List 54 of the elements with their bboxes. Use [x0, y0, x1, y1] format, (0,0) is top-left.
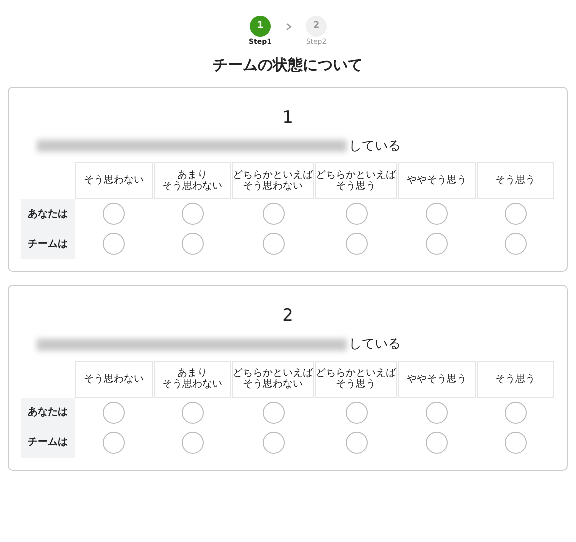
radio-button[interactable] — [182, 203, 204, 225]
row-label: あなたは — [21, 199, 75, 229]
radio-button[interactable] — [262, 402, 284, 424]
step-number[interactable]: 1 — [250, 16, 271, 37]
column-header-text: そう思わない — [162, 180, 222, 192]
row-label: チームは — [21, 229, 75, 259]
radio-button[interactable] — [504, 233, 527, 255]
column-header-text: どちらかといえば — [233, 170, 313, 180]
row-label: チームは — [21, 428, 75, 458]
radio-button[interactable] — [504, 203, 527, 225]
radio-button[interactable] — [346, 203, 368, 225]
radio-button[interactable] — [182, 402, 204, 424]
radio-button[interactable] — [262, 432, 284, 454]
column-header-text: そう思う — [495, 175, 536, 186]
radio-button[interactable] — [426, 203, 448, 225]
radio-button[interactable] — [346, 432, 368, 454]
column-header-text: ややそう思う — [406, 175, 467, 186]
radio-button[interactable] — [504, 402, 527, 424]
page-title: チームの状態について — [213, 55, 363, 76]
row-label: あなたは — [21, 398, 75, 428]
column-header-text: そう思う — [336, 180, 376, 192]
radio-button[interactable] — [346, 402, 368, 424]
radio-button[interactable] — [262, 203, 284, 225]
column-header-text: どちらかといえば — [316, 170, 396, 180]
column-header-text: あまり — [177, 368, 208, 379]
radio-button[interactable] — [103, 432, 126, 454]
radio-button[interactable] — [262, 233, 284, 255]
radio-button[interactable] — [182, 432, 204, 454]
radio-button[interactable] — [426, 432, 448, 454]
radio-button[interactable] — [103, 203, 126, 225]
column-header-text: どちらかといえば — [233, 368, 313, 379]
question-number: 1 — [282, 110, 294, 126]
radio-button[interactable] — [346, 233, 368, 255]
column-header-text: そう思わない — [162, 379, 222, 390]
chevron-icon — [286, 23, 292, 31]
radio-button[interactable] — [103, 402, 126, 424]
radio-button[interactable] — [182, 233, 204, 255]
column-header-text: ややそう思う — [406, 374, 467, 384]
column-header-text: あまり — [177, 170, 208, 180]
radio-button[interactable] — [426, 402, 448, 424]
step-number[interactable]: 2 — [306, 16, 328, 37]
radio-button[interactable] — [103, 233, 126, 255]
column-header-text: そう思う — [336, 379, 376, 390]
radio-button[interactable] — [426, 233, 448, 255]
question-number: 2 — [282, 308, 294, 325]
question-text: している — [349, 336, 401, 354]
column-header-text: そう思わない — [84, 374, 144, 384]
column-header-text: そう思わない — [243, 379, 303, 390]
column-header-text: どちらかといえば — [316, 368, 396, 379]
question-text: している — [349, 138, 401, 156]
column-header-text: そう思わない — [84, 175, 144, 186]
radio-button[interactable] — [504, 432, 527, 454]
column-header-text: そう思う — [495, 374, 536, 384]
column-header-text: そう思わない — [243, 180, 303, 192]
